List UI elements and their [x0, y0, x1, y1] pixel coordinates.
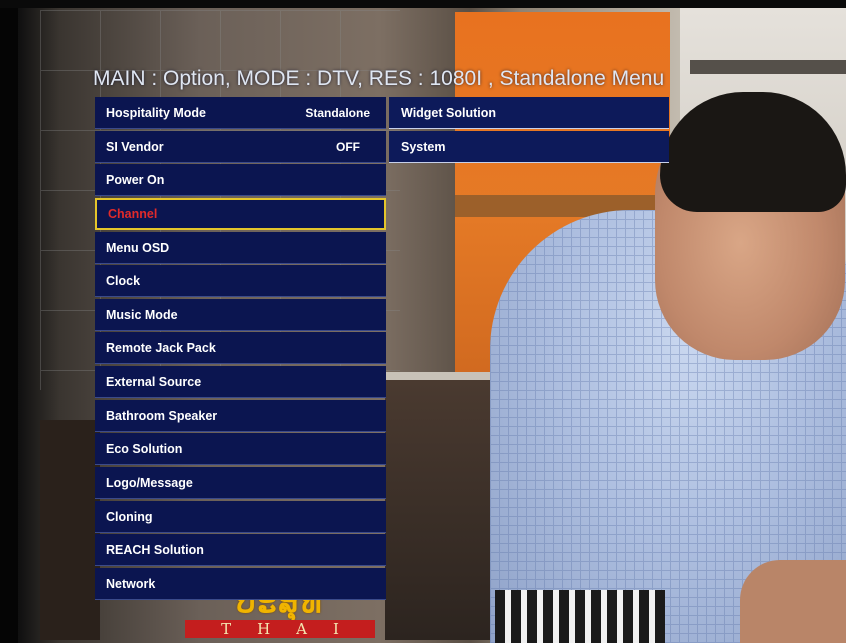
menu-item-label: Remote Jack Pack	[106, 341, 216, 356]
osd-main-menu: Hospitality Mode Standalone SI Vendor OF…	[95, 97, 386, 602]
menu-item-label: Eco Solution	[106, 442, 183, 457]
menu-item-channel[interactable]: Channel	[95, 197, 386, 230]
tv-screen: ປະສຸທ THAI MAIN : Option, MODE : DTV, RE…	[0, 0, 846, 643]
menu-item-label: Channel	[108, 206, 158, 221]
menu-item-label: Logo/Message	[106, 476, 193, 491]
menu-item-label: Hospitality Mode	[106, 106, 207, 120]
menu-item-music-mode[interactable]: Music Mode	[95, 298, 386, 331]
menu-item-clock[interactable]: Clock	[95, 265, 386, 298]
osd-header-title: MAIN : Option, MODE : DTV, RES : 1080I ,…	[93, 67, 665, 90]
menu-item-reach-solution[interactable]: REACH Solution	[95, 534, 386, 567]
channel-logo-subtitle: THAI	[185, 620, 375, 638]
menu-item-label: Network	[106, 576, 156, 591]
menu-item-external-source[interactable]: External Source	[95, 366, 386, 399]
menu-item-label: REACH Solution	[106, 543, 204, 558]
menu-item-value: Standalone	[305, 106, 370, 120]
osd-sub-menu: Widget Solution System	[389, 97, 669, 164]
menu-item-label: Menu OSD	[106, 240, 170, 255]
menu-item-label: Clock	[106, 274, 141, 289]
menu-item-label: External Source	[106, 375, 202, 390]
submenu-item-widget-solution[interactable]: Widget Solution	[389, 97, 669, 129]
tv-bezel-top	[0, 0, 846, 8]
menu-item-label: Bathroom Speaker	[106, 408, 218, 423]
menu-item-cloning[interactable]: Cloning	[95, 500, 386, 533]
menu-item-network[interactable]: Network	[95, 567, 386, 600]
chef-hand	[740, 560, 846, 643]
menu-item-label: Music Mode	[106, 307, 178, 322]
tv-bezel-left	[0, 0, 18, 643]
menu-item-eco-solution[interactable]: Eco Solution	[95, 433, 386, 466]
background-cabinet	[40, 420, 100, 640]
menu-item-power-on[interactable]: Power On	[95, 164, 386, 197]
submenu-item-system[interactable]: System	[389, 130, 669, 163]
menu-item-menu-osd[interactable]: Menu OSD	[95, 231, 386, 264]
menu-item-bathroom-speaker[interactable]: Bathroom Speaker	[95, 399, 386, 432]
menu-item-label: Cloning	[106, 509, 153, 524]
menu-item-logo-message[interactable]: Logo/Message	[95, 467, 386, 500]
menu-item-label: Power On	[106, 173, 165, 188]
chef-apron	[495, 590, 665, 643]
menu-item-remote-jack-pack[interactable]: Remote Jack Pack	[95, 332, 386, 365]
menu-item-label: SI Vendor	[106, 139, 164, 154]
menu-item-value: OFF	[336, 139, 360, 154]
menu-item-si-vendor[interactable]: SI Vendor OFF	[95, 130, 386, 163]
menu-item-hospitality-mode[interactable]: Hospitality Mode Standalone	[95, 97, 386, 129]
